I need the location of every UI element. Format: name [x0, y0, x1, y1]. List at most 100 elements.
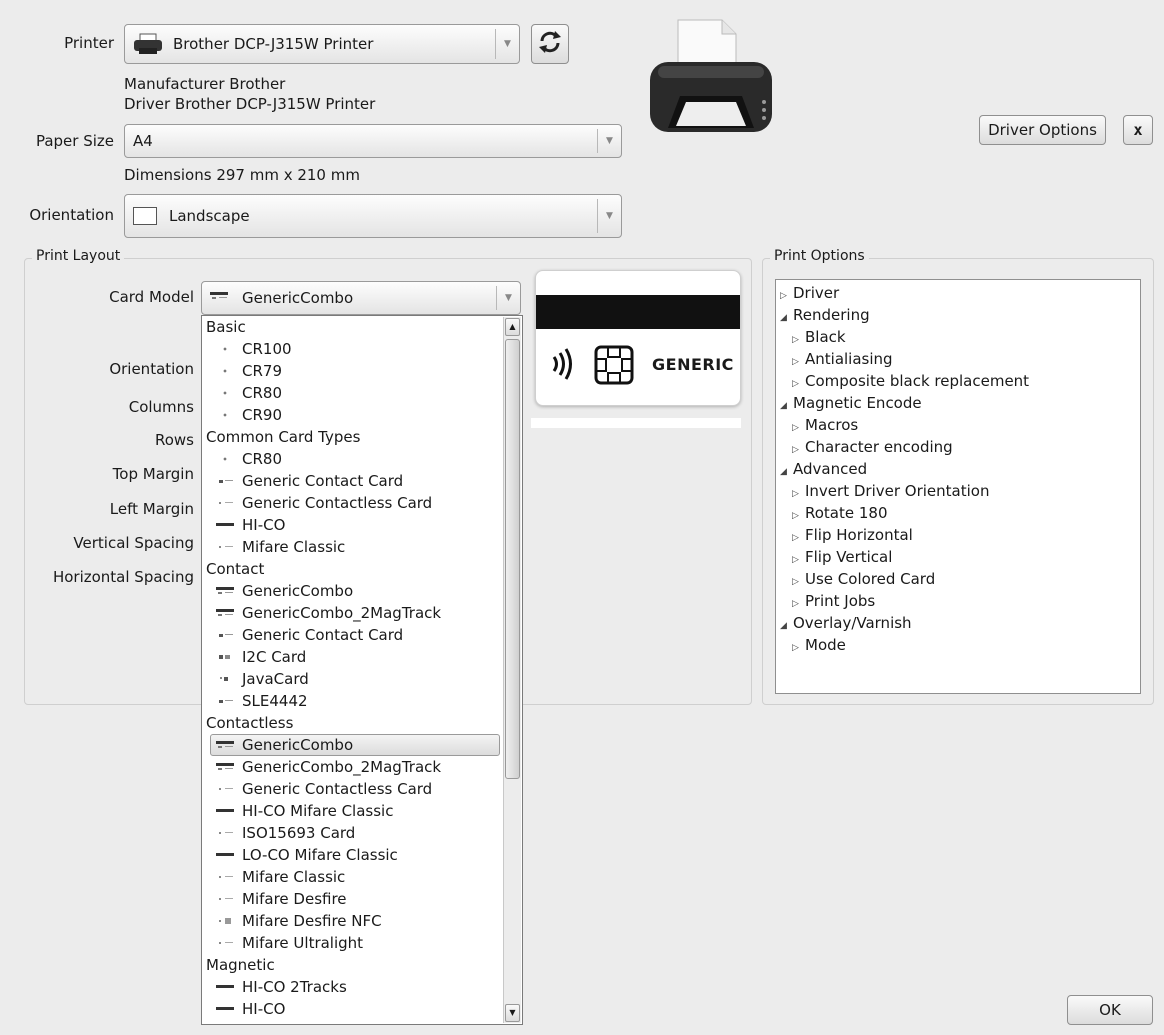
- refresh-button[interactable]: [531, 24, 569, 64]
- tree-item-label: Magnetic Encode: [793, 394, 922, 412]
- dropdown-item[interactable]: GenericCombo_2MagTrack: [216, 602, 441, 624]
- card-model-select[interactable]: GenericCombo ▼: [201, 281, 521, 315]
- driver-text: Driver Brother DCP-J315W Printer: [124, 95, 376, 113]
- card-contactless-icon: [216, 499, 234, 507]
- printer-select-value: Brother DCP-J315W Printer: [173, 35, 374, 53]
- horizontal-spacing-label: Horizontal Spacing: [52, 568, 194, 586]
- contactless-icon: [546, 347, 580, 385]
- collapsed-triangle-icon[interactable]: ▷: [792, 637, 805, 659]
- dropdown-item[interactable]: GenericCombo: [216, 580, 353, 602]
- card-hico-icon: [216, 1005, 234, 1013]
- dropdown-item[interactable]: Mifare Classic: [216, 866, 345, 888]
- dropdown-item[interactable]: Mifare Classic: [216, 536, 345, 558]
- tree-item-label: Rotate 180: [805, 504, 888, 522]
- scroll-up-icon[interactable]: ▲: [505, 318, 520, 336]
- dropdown-item[interactable]: SLE4442: [216, 690, 308, 712]
- card-preview-shadow: [531, 418, 741, 428]
- card-hico-icon: [216, 983, 234, 991]
- vertical-spacing-label: Vertical Spacing: [73, 534, 194, 552]
- left-margin-label: Left Margin: [109, 500, 194, 518]
- dropdown-item-label: HI-CO 2Tracks: [242, 978, 347, 996]
- dropdown-item[interactable]: CR100: [216, 338, 292, 360]
- tree-item-label: Advanced: [793, 460, 868, 478]
- chevron-down-icon: ▼: [597, 129, 621, 153]
- card-combo-icon: [216, 741, 234, 749]
- tree-item-label: Antialiasing: [805, 350, 893, 368]
- scroll-down-icon[interactable]: ▼: [505, 1004, 520, 1022]
- card-java-icon: [216, 675, 234, 683]
- printer-label: Printer: [64, 34, 114, 52]
- card-combo-icon: [216, 609, 234, 617]
- tree-item-label: Rendering: [793, 306, 870, 324]
- dropdown-item[interactable]: CR80: [216, 382, 282, 404]
- dropdown-item-label: GenericCombo: [242, 582, 354, 600]
- dropdown-scrollbar[interactable]: ▲ ▼: [503, 317, 521, 1023]
- dropdown-item[interactable]: Mifare Desfire: [216, 888, 347, 910]
- dropdown-item-label: JavaCard: [242, 670, 309, 688]
- tree-item-label: Character encoding: [805, 438, 953, 456]
- layout-orientation-label: Orientation: [109, 360, 194, 378]
- dropdown-item-label: GenericCombo_2MagTrack: [242, 758, 442, 776]
- driver-options-button[interactable]: Driver Options: [979, 115, 1106, 145]
- dropdown-item[interactable]: HI-CO: [216, 514, 285, 536]
- tree-item-label: Invert Driver Orientation: [805, 482, 990, 500]
- dropdown-item[interactable]: HI-CO Mifare Classic: [216, 800, 393, 822]
- card-contact-icon: [216, 631, 234, 639]
- card-nfc-icon: [216, 917, 234, 925]
- scrollbar-thumb[interactable]: [505, 339, 520, 779]
- dropdown-item-label: Generic Contact Card: [242, 626, 404, 644]
- dropdown-item[interactable]: CR90: [216, 404, 282, 426]
- dropdown-item[interactable]: CR80: [216, 448, 282, 470]
- card-contactless-icon: [216, 873, 234, 881]
- dropdown-item-label: Mifare Desfire: [242, 890, 347, 908]
- printer-icon: [133, 33, 163, 55]
- dropdown-item-label: HI-CO: [242, 1000, 286, 1018]
- paper-size-select[interactable]: A4 ▼: [124, 124, 622, 158]
- dropdown-item-label: HI-CO Mifare Classic: [242, 802, 394, 820]
- dropdown-item-label: GenericCombo: [242, 736, 354, 754]
- dropdown-item[interactable]: HI-CO: [216, 998, 285, 1020]
- dropdown-group-header: Contact: [206, 560, 265, 578]
- card-preview-text: GENERIC: [652, 355, 734, 374]
- dropdown-item[interactable]: LO-CO Mifare Classic: [216, 844, 398, 866]
- print-layout-title: Print Layout: [32, 248, 125, 264]
- card-combo-icon: [210, 292, 234, 302]
- tree-item[interactable]: ▷ Mode: [792, 634, 846, 659]
- ok-button[interactable]: OK: [1067, 995, 1153, 1025]
- dropdown-item-label: ISO15693 Card: [242, 824, 356, 842]
- dropdown-item[interactable]: Generic Contactless Card: [216, 492, 432, 514]
- dropdown-item[interactable]: Generic Contact Card: [216, 624, 403, 646]
- orientation-select[interactable]: Landscape ▼: [124, 194, 622, 238]
- card-chip-icon: [216, 367, 234, 375]
- dropdown-item[interactable]: ISO15693 Card: [216, 822, 355, 844]
- dropdown-item[interactable]: Mifare Desfire NFC: [216, 910, 382, 932]
- dropdown-item[interactable]: JavaCard: [216, 668, 309, 690]
- dropdown-item[interactable]: Generic Contactless Card: [216, 778, 432, 800]
- chevron-down-icon: ▼: [495, 29, 519, 59]
- dropdown-item[interactable]: I2C Card: [216, 646, 306, 668]
- dropdown-item[interactable]: GenericCombo: [216, 734, 353, 756]
- dropdown-item[interactable]: HI-CO 2Tracks: [216, 976, 347, 998]
- dropdown-item-label: Mifare Classic: [242, 538, 346, 556]
- close-icon: x: [1133, 121, 1143, 139]
- close-button[interactable]: x: [1123, 115, 1153, 145]
- dropdown-item-label: CR100: [242, 340, 292, 358]
- dropdown-item[interactable]: CR79: [216, 360, 282, 382]
- tree-item-label: Overlay/Varnish: [793, 614, 912, 632]
- card-i2c-icon: [216, 653, 234, 661]
- card-chip-icon: [216, 411, 234, 419]
- card-model-dropdown[interactable]: ▲ ▼ Basic CR100 CR79 CR80 CR90 Common Card Ty…: [201, 315, 523, 1025]
- dropdown-item-label: Mifare Classic: [242, 868, 346, 886]
- dropdown-item[interactable]: Mifare Ultralight: [216, 932, 363, 954]
- dropdown-item[interactable]: GenericCombo_2MagTrack: [216, 756, 441, 778]
- columns-label: Columns: [128, 398, 194, 416]
- dropdown-item[interactable]: Generic Contact Card: [216, 470, 403, 492]
- refresh-icon: [537, 29, 563, 59]
- card-combo-icon: [216, 587, 234, 595]
- dropdown-item-label: CR80: [242, 450, 282, 468]
- printer-illustration: [644, 16, 776, 144]
- print-options-tree[interactable]: ▷ Driver ◢ Rendering ▷ Black ▷ Antialiasing ▷ Com…: [775, 279, 1141, 694]
- tree-item-label: Print Jobs: [805, 592, 876, 610]
- orientation-label: Orientation: [29, 206, 114, 224]
- printer-select[interactable]: Brother DCP-J315W Printer ▼: [124, 24, 520, 64]
